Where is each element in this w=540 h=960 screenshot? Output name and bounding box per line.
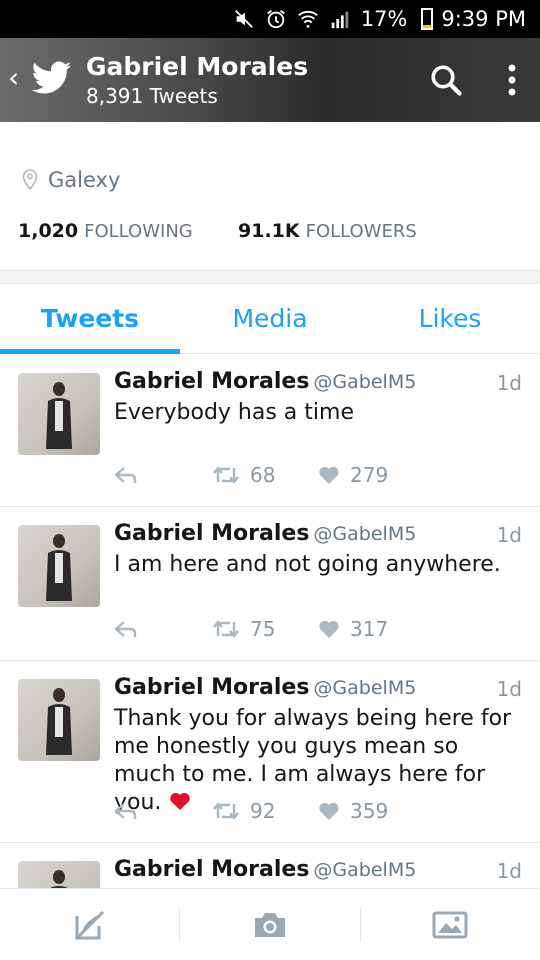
following-stat[interactable]: 1,020 FOLLOWING [18,220,238,242]
back-icon[interactable]: ‹ [8,64,19,92]
retweet-icon [213,466,239,484]
tweet-count: 8,391 Tweets [86,84,218,108]
retweet-button[interactable]: 92 [212,799,318,823]
tweet-text: Everybody has a time [114,400,354,425]
avatar[interactable] [18,373,100,455]
like-count: 317 [350,617,389,641]
tweet-item[interactable]: Gabriel Morales @GabelM5 1d Everybody has… [0,355,540,507]
gallery-icon [432,911,468,938]
avatar[interactable] [18,525,100,607]
reply-button[interactable] [114,465,212,485]
tweet-handle: @GabelM5 [313,523,417,545]
clock: 9:39 PM [441,7,526,31]
tweet-actions: 92 359 [114,799,388,823]
location-text: Galexy [48,168,121,192]
tab-likes[interactable]: Likes [360,284,540,353]
tweet-item[interactable]: Gabriel Morales @GabelM5 1d Thank you for… [0,661,540,843]
tweet-time: 1d [496,523,522,547]
tweet-time: 1d [496,859,522,883]
like-button[interactable]: 279 [318,463,388,487]
battery-percent: 17% [360,7,408,31]
followers-count: 91.1K [238,220,300,242]
search-icon[interactable] [428,62,464,98]
following-label: FOLLOWING [84,221,193,242]
avatar[interactable] [18,679,100,761]
tweet-time: 1d [496,371,522,395]
bottom-action-bar [0,888,540,960]
tweet-author-name[interactable]: Gabriel Morales [114,521,309,546]
retweet-count: 92 [250,799,276,823]
like-count: 359 [350,799,389,823]
tweet-author-name[interactable]: Gabriel Morales [114,369,309,394]
following-count: 1,020 [18,220,79,242]
tweet-author-name[interactable]: Gabriel Morales [114,675,309,700]
wifi-icon [297,10,318,28]
gallery-button[interactable] [361,907,540,943]
like-button[interactable]: 317 [318,617,388,641]
tweet-author: Gabriel Morales @GabelM5 [114,675,416,700]
followers-stat[interactable]: 91.1K FOLLOWERS [238,220,417,242]
tweet-actions: 68 279 [114,463,388,487]
mute-icon [234,10,253,28]
compose-button[interactable] [0,907,179,943]
avatar-photo [46,382,72,449]
alarm-icon [266,10,285,29]
camera-button[interactable] [180,907,359,943]
tweet-author: Gabriel Morales @GabelM5 [114,857,416,882]
tweet-handle: @GabelM5 [313,677,417,699]
section-divider [0,270,540,284]
retweet-button[interactable]: 75 [212,617,318,641]
heart-icon [319,802,339,820]
tab-media[interactable]: Media [180,284,360,353]
more-vertical-icon[interactable] [500,62,524,98]
avatar[interactable] [18,861,100,888]
reply-button[interactable] [114,619,212,639]
tweet-text: I am here and not going anywhere. [114,552,501,577]
retweet-count: 75 [250,617,276,641]
avatar-photo [50,870,68,888]
heart-icon [319,620,339,638]
reply-icon [114,803,137,819]
profile-header: ‹ Gabriel Morales 8,391 Tweets [0,38,540,122]
tweet-author: Gabriel Morales @GabelM5 [114,521,416,546]
camera-icon [254,912,285,937]
signal-icon [331,11,348,29]
tweet-time: 1d [496,677,522,701]
like-count: 279 [350,463,389,487]
heart-icon [319,466,339,484]
profile-location: Galexy [22,168,120,192]
tweet-author: Gabriel Morales @GabelM5 [114,369,416,394]
status-bar: 17% 9:39 PM [0,0,540,38]
tweet-actions: 75 317 [114,617,388,641]
avatar-photo [46,534,72,601]
profile-stats: 1,020 FOLLOWING 91.1K FOLLOWERS [18,220,417,242]
avatar-photo [46,688,72,755]
retweet-button[interactable]: 68 [212,463,318,487]
tweet-item[interactable]: Gabriel Morales @GabelM5 1d [0,843,540,888]
compose-icon [75,910,104,939]
twitter-bird-icon[interactable] [32,60,72,96]
page-title: Gabriel Morales [86,52,309,81]
retweet-icon [213,620,239,638]
tweet-handle: @GabelM5 [313,371,417,393]
reply-icon [114,467,137,483]
battery-icon [421,8,434,30]
tweet-handle: @GabelM5 [313,859,417,881]
profile-tabs: Tweets Media Likes [0,284,540,354]
retweet-icon [213,802,239,820]
followers-label: FOLLOWERS [305,221,417,242]
location-pin-icon [22,169,38,191]
tweet-author-name[interactable]: Gabriel Morales [114,857,309,882]
like-button[interactable]: 359 [318,799,388,823]
tab-tweets[interactable]: Tweets [0,284,180,354]
reply-button[interactable] [114,801,212,821]
retweet-count: 68 [250,463,276,487]
tweet-item[interactable]: Gabriel Morales @GabelM5 1d I am here and… [0,507,540,661]
reply-icon [114,621,137,637]
